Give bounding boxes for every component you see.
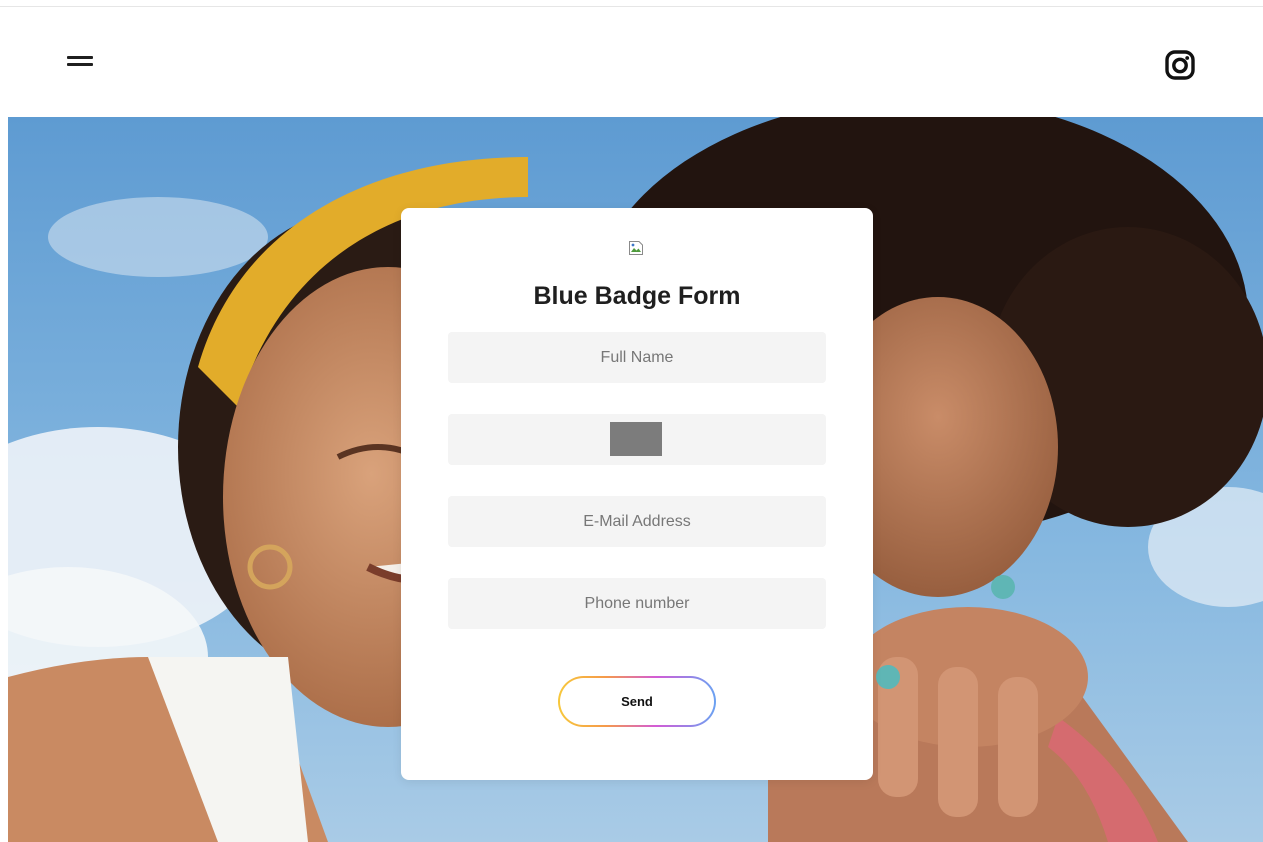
site-header	[0, 7, 1263, 117]
instagram-icon[interactable]	[1163, 48, 1197, 82]
captcha-field[interactable]	[448, 414, 826, 465]
captcha-image	[610, 422, 662, 456]
hamburger-menu-icon[interactable]	[60, 51, 96, 75]
form-card: Blue Badge Form Send	[401, 208, 873, 780]
full-name-input[interactable]	[448, 332, 826, 383]
send-button-label: Send	[560, 678, 714, 725]
form-title: Blue Badge Form	[533, 282, 741, 310]
send-button[interactable]: Send	[558, 676, 716, 727]
phone-input[interactable]	[448, 578, 826, 629]
email-input[interactable]	[448, 496, 826, 547]
broken-image-icon	[628, 240, 644, 256]
page: Blue Badge Form Send	[0, 0, 1263, 842]
